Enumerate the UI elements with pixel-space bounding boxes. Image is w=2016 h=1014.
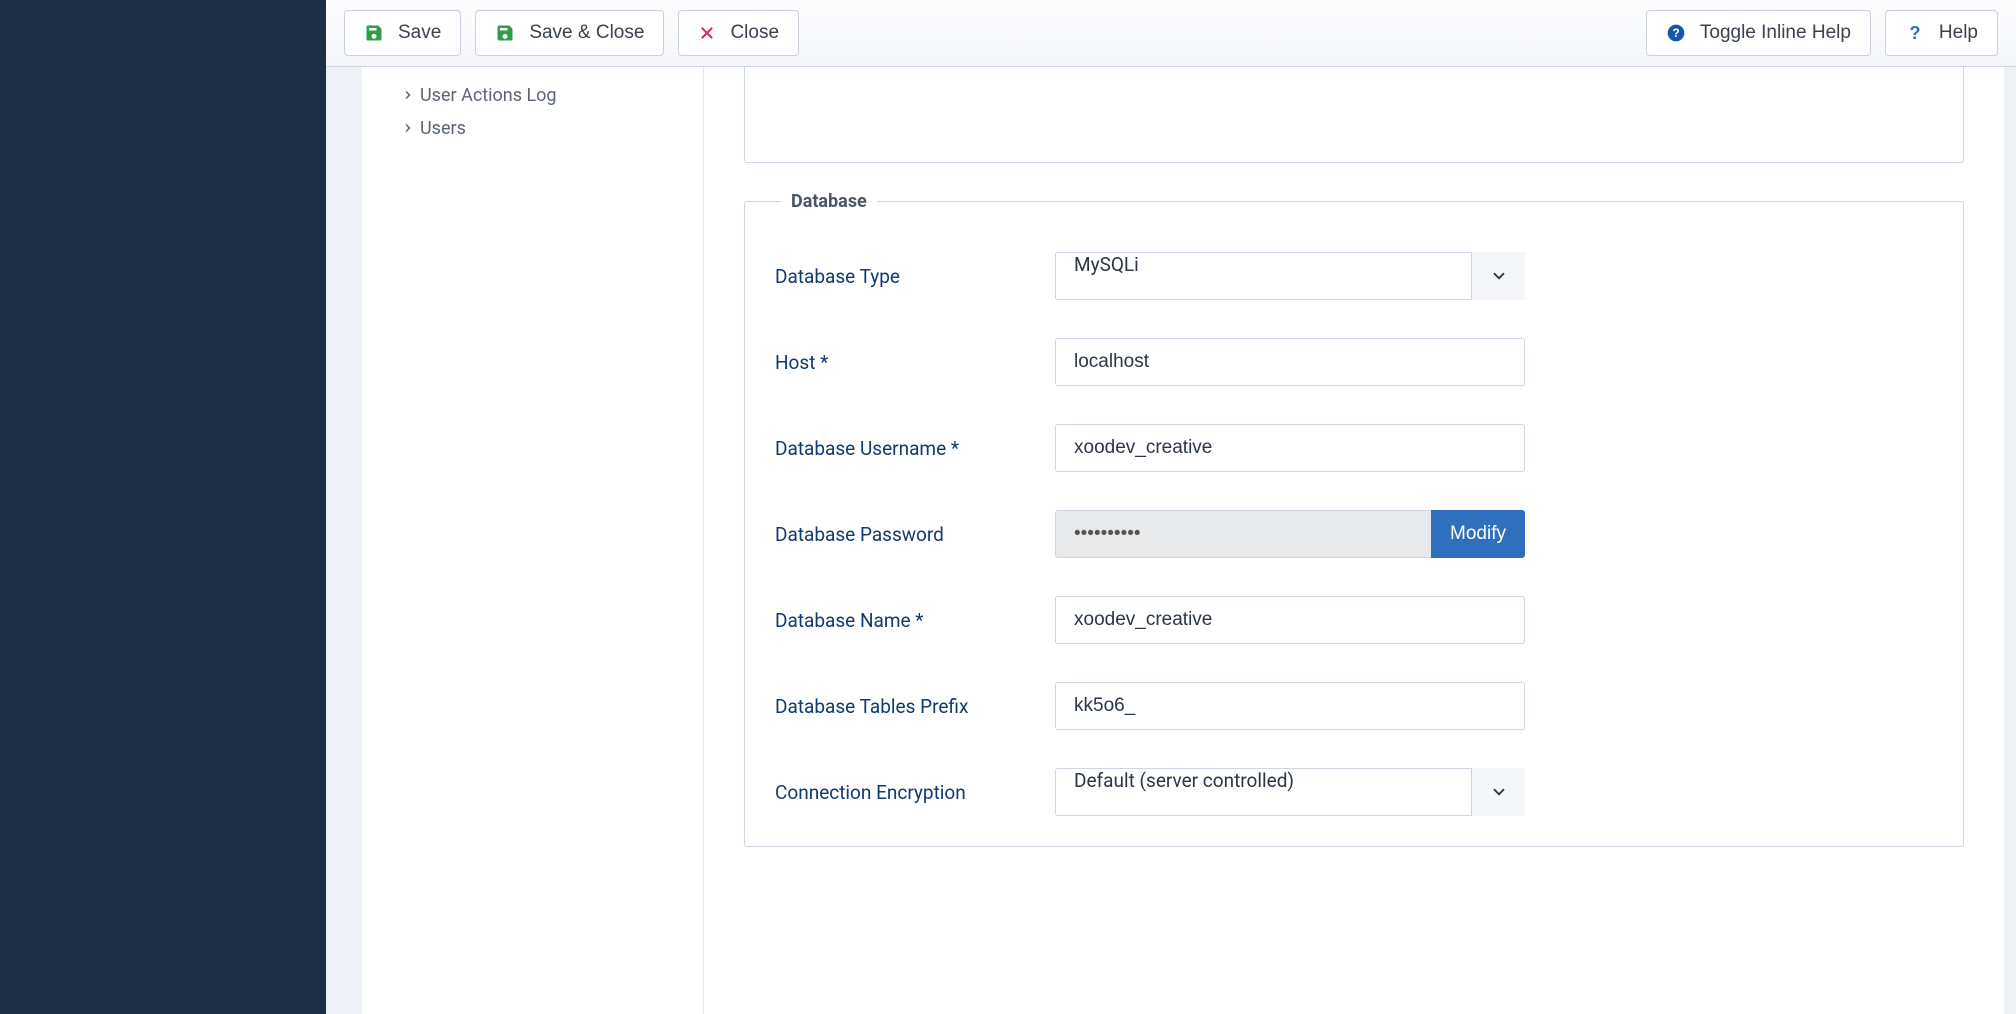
svg-text:?: ?: [1909, 23, 1920, 43]
sidebar-item-users[interactable]: Users: [402, 112, 675, 145]
fieldset-legend: Database: [781, 191, 877, 212]
sidebar-item-label: Users: [420, 118, 466, 139]
row-db-password: Database Password Modify: [775, 510, 1933, 558]
label-conn-encryption: Connection Encryption: [775, 781, 1055, 804]
label-host: Host *: [775, 351, 1055, 374]
info-icon: ?: [1666, 23, 1686, 43]
help-button[interactable]: ? Help: [1885, 10, 1998, 56]
row-db-prefix: Database Tables Prefix: [775, 682, 1933, 730]
host-input[interactable]: [1055, 338, 1525, 386]
main-area: Save Save & Close Close ? Toggle Inline …: [326, 0, 2016, 1014]
row-host: Host *: [775, 338, 1933, 386]
help-icon: ?: [1905, 23, 1925, 43]
save-icon: [364, 23, 384, 43]
conn-encryption-select[interactable]: Default (server controlled): [1055, 768, 1525, 816]
sidebar-item-user-actions-log[interactable]: User Actions Log: [402, 79, 675, 112]
help-button-label: Help: [1939, 22, 1978, 44]
save-close-button[interactable]: Save & Close: [475, 10, 664, 56]
close-button-label: Close: [730, 22, 779, 44]
form-area: Database Database Type MySQLi Host *: [704, 67, 2004, 1014]
scrollbar[interactable]: [2004, 67, 2016, 1014]
sidebar-item-label: User Actions Log: [420, 85, 557, 106]
chevron-right-icon: [402, 85, 414, 106]
row-db-username: Database Username *: [775, 424, 1933, 472]
previous-fieldset-remnant: [744, 67, 1964, 163]
row-db-name: Database Name *: [775, 596, 1933, 644]
save-icon: [495, 23, 515, 43]
primary-nav-sidebar: [0, 0, 326, 1014]
label-db-name: Database Name *: [775, 609, 1055, 632]
content-row: User Actions Log Users Database Datab: [326, 67, 2016, 1014]
save-button[interactable]: Save: [344, 10, 461, 56]
svg-text:?: ?: [1672, 27, 1679, 40]
label-db-prefix: Database Tables Prefix: [775, 695, 1055, 718]
save-close-button-label: Save & Close: [529, 22, 644, 44]
db-username-input[interactable]: [1055, 424, 1525, 472]
app-root: Save Save & Close Close ? Toggle Inline …: [0, 0, 2016, 1014]
db-prefix-input[interactable]: [1055, 682, 1525, 730]
chevron-right-icon: [402, 118, 414, 139]
save-button-label: Save: [398, 22, 441, 44]
toolbar: Save Save & Close Close ? Toggle Inline …: [326, 0, 2016, 67]
row-conn-encryption: Connection Encryption Default (server co…: [775, 768, 1933, 816]
row-database-type: Database Type MySQLi: [775, 252, 1933, 300]
toggle-inline-help-button[interactable]: ? Toggle Inline Help: [1646, 10, 1871, 56]
label-db-username: Database Username *: [775, 437, 1055, 460]
label-database-type: Database Type: [775, 265, 1055, 288]
database-fieldset: Database Database Type MySQLi Host *: [744, 191, 1964, 847]
db-name-input[interactable]: [1055, 596, 1525, 644]
label-db-password: Database Password: [775, 523, 1055, 546]
close-icon: [698, 24, 716, 42]
db-password-input: [1055, 510, 1431, 558]
toggle-inline-help-label: Toggle Inline Help: [1700, 22, 1851, 44]
database-type-select[interactable]: MySQLi: [1055, 252, 1525, 300]
settings-sidebar: User Actions Log Users: [362, 67, 704, 1014]
modify-password-button[interactable]: Modify: [1431, 510, 1525, 558]
close-button[interactable]: Close: [678, 10, 799, 56]
